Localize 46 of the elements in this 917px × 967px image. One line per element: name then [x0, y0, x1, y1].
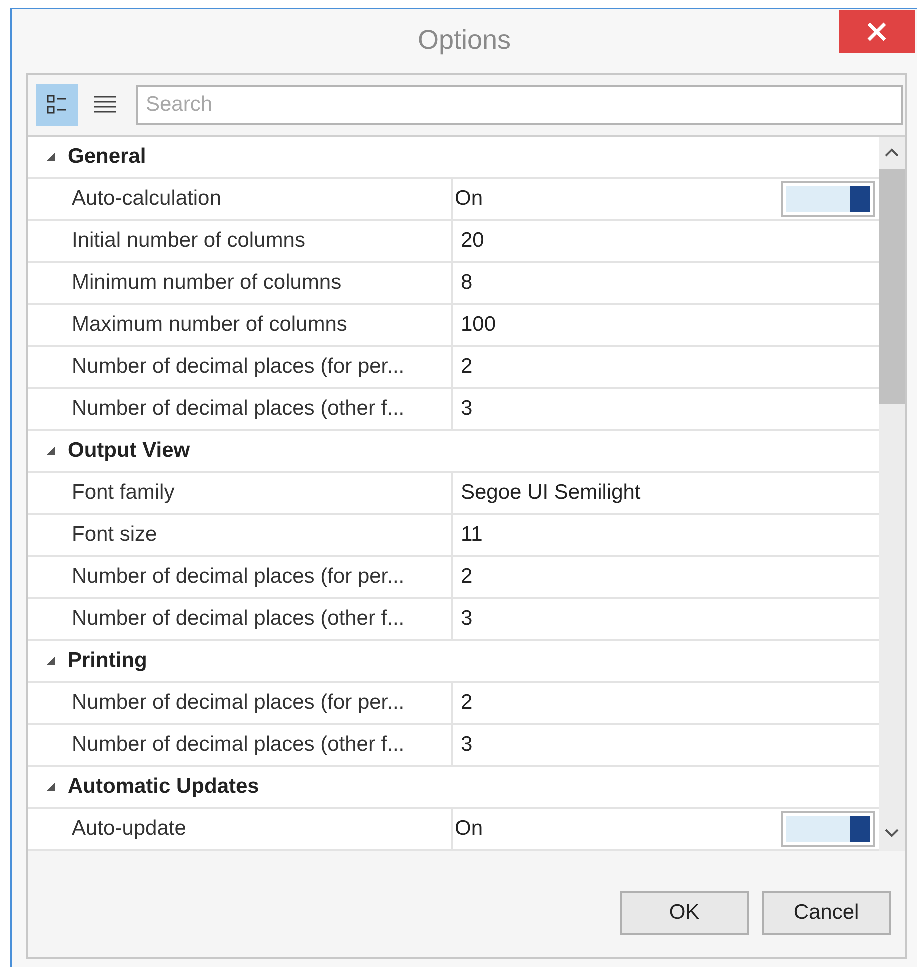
property-value: Segoe UI Semilight [461, 481, 641, 505]
category-header: General [68, 145, 146, 169]
property-name: Maximum number of columns [28, 305, 453, 345]
property-name: Font size [28, 515, 453, 555]
property-name: Auto-update [28, 809, 453, 849]
ok-button[interactable]: OK [620, 891, 749, 935]
window-title: Options [418, 25, 512, 56]
expand-icon[interactable] [46, 782, 56, 792]
property-name: Number of decimal places (for per... [28, 347, 453, 387]
expand-icon[interactable] [46, 152, 56, 162]
cancel-button[interactable]: Cancel [762, 891, 891, 935]
property-name: Number of decimal places (for per... [28, 557, 453, 597]
category-header: Automatic Updates [68, 775, 260, 799]
property-value: 20 [461, 229, 484, 253]
toggle-switch[interactable] [781, 811, 875, 847]
categorized-view-icon [47, 94, 67, 116]
category-header: Output View [68, 439, 190, 463]
property-value: On [455, 817, 484, 841]
property-name: Font family [28, 473, 453, 513]
vertical-scrollbar[interactable] [879, 137, 905, 851]
property-name: Number of decimal places (for per... [28, 683, 453, 723]
property-value: 2 [461, 565, 473, 589]
close-icon [867, 22, 887, 42]
property-value: On [455, 187, 484, 211]
property-name: Initial number of columns [28, 221, 453, 261]
search-field[interactable]: Search [136, 85, 903, 125]
property-name: Number of decimal places (other f... [28, 599, 453, 639]
close-button[interactable] [839, 10, 915, 53]
property-value: 3 [461, 607, 473, 631]
property-value: 2 [461, 691, 473, 715]
property-value: 2 [461, 355, 473, 379]
expand-icon[interactable] [46, 446, 56, 456]
expand-icon[interactable] [46, 656, 56, 666]
property-value: 3 [461, 397, 473, 421]
property-name: Number of decimal places (other f... [28, 389, 453, 429]
category-header: Printing [68, 649, 148, 673]
toggle-switch[interactable] [781, 181, 875, 217]
property-value: 11 [461, 523, 483, 547]
property-name: Number of decimal places (other f... [28, 725, 453, 765]
categorized-view-button[interactable] [36, 84, 78, 126]
list-view-icon [94, 96, 116, 114]
property-value: 8 [461, 271, 473, 295]
property-name: Minimum number of columns [28, 263, 453, 303]
property-value: 100 [461, 313, 496, 337]
property-name: Auto-calculation [28, 179, 453, 219]
property-value: 3 [461, 733, 473, 757]
